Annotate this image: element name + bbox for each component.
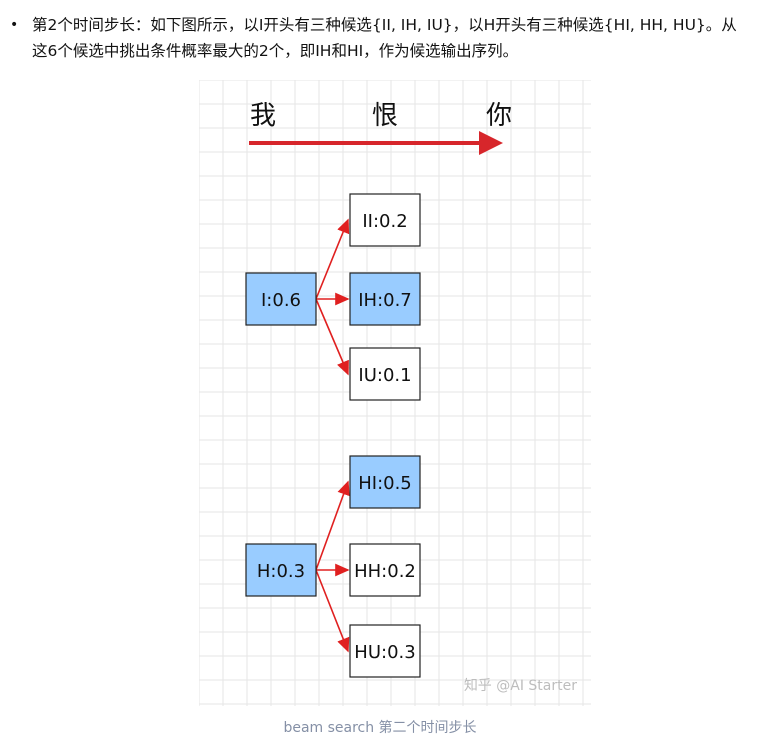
beam-search-diagram: 我 恨 你 I:0.6 II:0.2 IH:0.7 IU:0.1 H:0.3 H… <box>198 79 591 706</box>
beam-search-figure: 我 恨 你 I:0.6 II:0.2 IH:0.7 IU:0.1 H:0.3 H… <box>198 79 591 706</box>
node-child-1-1-label: II:0.2 <box>362 211 407 232</box>
node-child-2-1-label: HI:0.5 <box>358 473 412 494</box>
node-child-1-3-label: IU:0.1 <box>358 365 411 386</box>
timeline-word-3: 你 <box>486 101 512 131</box>
figure-caption: beam search 第二个时间步长 <box>283 720 477 736</box>
node-parent-1-label: I:0.6 <box>261 290 301 311</box>
timeline-word-1: 我 <box>250 101 276 131</box>
node-child-2-3-label: HU:0.3 <box>354 642 415 663</box>
node-child-1-2-label: IH:0.7 <box>358 290 412 311</box>
timeline-word-2: 恨 <box>372 101 398 131</box>
paragraph-text: 第2个时间步长：如下图所示，以I开头有三种候选{II, IH, IU}，以H开头… <box>32 16 737 60</box>
bullet-dot: • <box>10 17 19 33</box>
node-parent-2-label: H:0.3 <box>257 561 305 582</box>
watermark: 知乎 @AI Starter <box>464 677 577 694</box>
node-child-2-2-label: HH:0.2 <box>354 561 416 582</box>
